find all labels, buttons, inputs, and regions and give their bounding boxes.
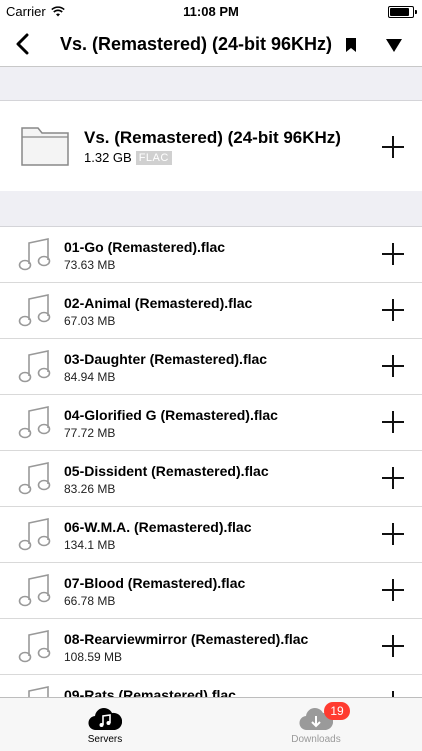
cloud-music-icon (88, 708, 122, 731)
tab-bar: Servers Downloads 19 (0, 697, 422, 751)
music-note-icon (18, 462, 51, 495)
track-name: 07-Blood (Remastered).flac (64, 575, 246, 591)
clock: 11:08 PM (183, 4, 239, 19)
track-size: 134.1 MB (64, 538, 116, 552)
page-title: Vs. (Remastered) (24-bit 96KHz) (59, 34, 333, 54)
tab-downloads-label: Downloads (291, 734, 341, 745)
track-row[interactable]: 05-Dissident (Remastered).flac 83.26 MB (0, 451, 422, 507)
format-badge: FLAC (135, 150, 172, 165)
section-spacer-middle (0, 191, 422, 227)
tab-servers[interactable]: Servers (45, 698, 165, 751)
music-note-icon (18, 574, 51, 607)
add-folder-button[interactable] (382, 136, 404, 158)
bookmark-icon (346, 38, 356, 52)
add-track-button[interactable] (382, 243, 404, 265)
battery-fill (390, 8, 409, 16)
back-button[interactable] (8, 30, 36, 58)
folder-size: 1.32 GB (84, 150, 132, 165)
track-name: 04-Glorified G (Remastered).flac (64, 407, 278, 423)
music-note-icon (18, 630, 51, 663)
tab-servers-label: Servers (87, 734, 123, 745)
track-row[interactable]: 08-Rearviewmirror (Remastered).flac 108.… (0, 619, 422, 675)
navigation-bar: Vs. (Remastered) (24-bit 96KHz) (0, 22, 422, 67)
folder-row[interactable]: Vs. (Remastered) (24-bit 96KHz) 1.32 GB … (0, 101, 422, 190)
track-items: 01-Go (Remastered).flac 73.63 MB 02-Anim… (0, 227, 422, 697)
track-size: 66.78 MB (64, 594, 116, 608)
music-note-icon (18, 350, 51, 383)
track-row[interactable]: 04-Glorified G (Remastered).flac 77.72 M… (0, 395, 422, 451)
tab-downloads[interactable]: Downloads 19 (256, 698, 376, 751)
add-track-button[interactable] (382, 299, 404, 321)
add-track-button[interactable] (382, 411, 404, 433)
triangle-down-icon (386, 39, 402, 52)
track-size: 84.94 MB (64, 370, 116, 384)
track-size: 67.03 MB (64, 314, 116, 328)
folder-name: Vs. (Remastered) (24-bit 96KHz) (84, 128, 341, 147)
track-row[interactable]: 09-Rats (Remastered).flac (0, 675, 422, 697)
track-row[interactable]: 07-Blood (Remastered).flac 66.78 MB (0, 563, 422, 619)
track-size: 83.26 MB (64, 482, 116, 496)
track-size: 77.72 MB (64, 426, 116, 440)
music-note-icon (18, 406, 51, 439)
section-spacer-top (0, 67, 422, 101)
add-track-button[interactable] (382, 635, 404, 657)
track-row[interactable]: 02-Animal (Remastered).flac 67.03 MB (0, 283, 422, 339)
track-size: 73.63 MB (64, 258, 116, 272)
music-note-icon (18, 518, 51, 551)
track-size: 108.59 MB (64, 650, 123, 664)
track-name: 08-Rearviewmirror (Remastered).flac (64, 631, 309, 647)
battery-icon (388, 6, 417, 18)
add-track-button[interactable] (382, 523, 404, 545)
add-track-button[interactable] (382, 355, 404, 377)
folder-meta: 1.32 GB FLAC (84, 150, 172, 165)
track-name: 02-Animal (Remastered).flac (64, 295, 253, 311)
track-row[interactable]: 01-Go (Remastered).flac 73.63 MB (0, 227, 422, 283)
filter-button[interactable] (380, 32, 408, 58)
track-row[interactable]: 06-W.M.A. (Remastered).flac 134.1 MB (0, 507, 422, 563)
add-track-button[interactable] (382, 467, 404, 489)
downloads-count-badge: 19 (324, 702, 350, 720)
music-note-icon (28, 686, 49, 697)
track-name: 09-Rats (Remastered).flac (64, 687, 236, 697)
track-name: 05-Dissident (Remastered).flac (64, 463, 269, 479)
music-note-icon (18, 238, 51, 271)
bookmark-button[interactable] (338, 32, 364, 58)
chevron-left-icon (16, 33, 29, 55)
track-row[interactable]: 03-Daughter (Remastered).flac 84.94 MB (0, 339, 422, 395)
folder-icon (21, 127, 69, 166)
music-note-icon (18, 294, 51, 327)
status-bar: Carrier 11:08 PM (0, 0, 422, 22)
track-list: 01-Go (Remastered).flac 73.63 MB 02-Anim… (0, 227, 422, 697)
track-name: 06-W.M.A. (Remastered).flac (64, 519, 252, 535)
track-name: 01-Go (Remastered).flac (64, 239, 226, 255)
add-track-button[interactable] (382, 579, 404, 601)
track-name: 03-Daughter (Remastered).flac (64, 351, 268, 367)
